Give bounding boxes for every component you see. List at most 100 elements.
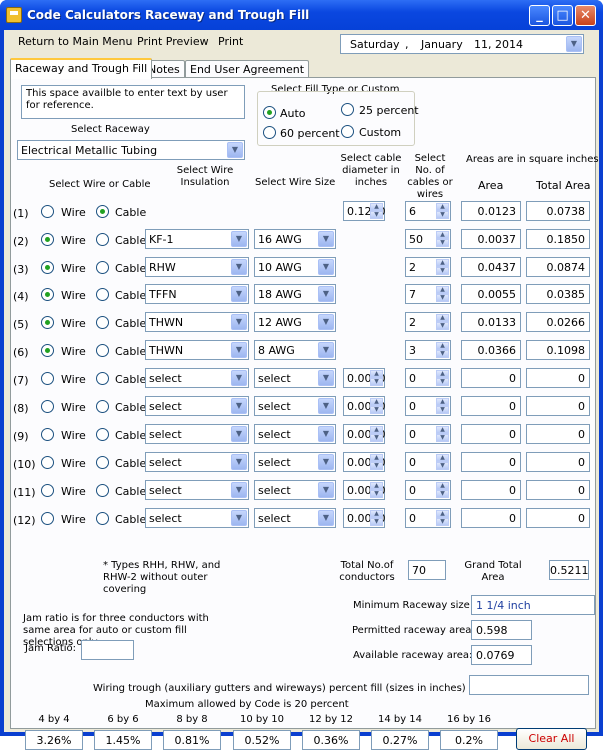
menu-return-main[interactable]: Return to Main Menu — [18, 35, 133, 48]
chevron-down-icon[interactable]: ▼ — [231, 398, 247, 414]
num-cables-spinner[interactable]: 0 ▲ ▼ — [405, 396, 451, 416]
spin-up-icon[interactable]: ▲ — [370, 454, 383, 462]
spin-up-icon[interactable]: ▲ — [370, 203, 383, 211]
wire-radio[interactable] — [41, 428, 54, 441]
cable-radio[interactable] — [96, 484, 109, 497]
spin-up-icon[interactable]: ▲ — [436, 259, 449, 267]
wire-size-select[interactable]: select ▼ — [254, 424, 336, 444]
radio-60-percent[interactable] — [263, 126, 276, 139]
chevron-down-icon[interactable]: ▼ — [318, 398, 334, 414]
raceway-select[interactable]: Electrical Metallic Tubing ▼ — [17, 140, 245, 160]
minimize-button[interactable]: _ — [529, 5, 550, 26]
wire-size-select[interactable]: select ▼ — [254, 508, 336, 528]
cable-diameter-spinner[interactable]: 0.0000 ▲ ▼ — [343, 368, 386, 388]
cable-radio[interactable] — [96, 372, 109, 385]
spin-up-icon[interactable]: ▲ — [370, 510, 383, 518]
cable-radio[interactable] — [96, 233, 109, 246]
spin-down-icon[interactable]: ▼ — [436, 434, 449, 442]
tab-raceway-trough[interactable]: Raceway and Trough Fill — [10, 58, 153, 79]
spin-down-icon[interactable]: ▼ — [436, 378, 449, 386]
spin-up-icon[interactable]: ▲ — [436, 231, 449, 239]
num-cables-spinner[interactable]: 6 ▲ ▼ — [405, 201, 451, 221]
spin-up-icon[interactable]: ▲ — [436, 454, 449, 462]
insulation-select[interactable]: select ▼ — [145, 424, 249, 444]
spin-down-icon[interactable]: ▼ — [370, 211, 383, 219]
chevron-down-icon[interactable]: ▼ — [231, 259, 247, 275]
spin-up-icon[interactable]: ▲ — [370, 426, 383, 434]
wire-size-select[interactable]: 8 AWG ▼ — [254, 340, 336, 360]
spin-down-icon[interactable]: ▼ — [436, 462, 449, 470]
num-cables-spinner[interactable]: 2 ▲ ▼ — [405, 312, 451, 332]
radio-auto[interactable] — [263, 106, 276, 119]
insulation-select[interactable]: select ▼ — [145, 396, 249, 416]
chevron-down-icon[interactable]: ▼ — [231, 286, 247, 302]
spin-down-icon[interactable]: ▼ — [436, 267, 449, 275]
cable-radio[interactable] — [96, 456, 109, 469]
cable-diameter-spinner[interactable]: 0.0000 ▲ ▼ — [343, 480, 386, 500]
wire-size-select[interactable]: 10 AWG ▼ — [254, 257, 336, 277]
chevron-down-icon[interactable]: ▼ — [227, 142, 243, 158]
spin-down-icon[interactable]: ▼ — [436, 239, 449, 247]
spin-up-icon[interactable]: ▲ — [436, 286, 449, 294]
chevron-down-icon[interactable]: ▼ — [318, 510, 334, 526]
wire-size-select[interactable]: select ▼ — [254, 452, 336, 472]
chevron-down-icon[interactable]: ▼ — [318, 454, 334, 470]
insulation-select[interactable]: select ▼ — [145, 452, 249, 472]
wire-radio[interactable] — [41, 372, 54, 385]
wire-radio[interactable] — [41, 456, 54, 469]
wire-size-select[interactable]: select ▼ — [254, 480, 336, 500]
spin-down-icon[interactable]: ▼ — [436, 294, 449, 302]
chevron-down-icon[interactable]: ▼ — [318, 231, 334, 247]
wire-size-select[interactable]: select ▼ — [254, 396, 336, 416]
num-cables-spinner[interactable]: 0 ▲ ▼ — [405, 480, 451, 500]
spin-down-icon[interactable]: ▼ — [436, 350, 449, 358]
cable-radio[interactable] — [96, 205, 109, 218]
insulation-select[interactable]: TFFN ▼ — [145, 284, 249, 304]
spin-up-icon[interactable]: ▲ — [436, 203, 449, 211]
chevron-down-icon[interactable]: ▼ — [318, 286, 334, 302]
trough-extra-field[interactable] — [469, 675, 589, 695]
spin-up-icon[interactable]: ▲ — [436, 342, 449, 350]
wire-radio[interactable] — [41, 261, 54, 274]
wire-radio[interactable] — [41, 344, 54, 357]
cable-radio[interactable] — [96, 344, 109, 357]
wire-radio[interactable] — [41, 205, 54, 218]
chevron-down-icon[interactable]: ▼ — [318, 370, 334, 386]
wire-radio[interactable] — [41, 316, 54, 329]
chevron-down-icon[interactable]: ▼ — [231, 314, 247, 330]
num-cables-spinner[interactable]: 50 ▲ ▼ — [405, 229, 451, 249]
chevron-down-icon[interactable]: ▼ — [231, 510, 247, 526]
num-cables-spinner[interactable]: 0 ▲ ▼ — [405, 424, 451, 444]
chevron-down-icon[interactable]: ▼ — [318, 342, 334, 358]
cable-diameter-spinner[interactable]: 0.0000 ▲ ▼ — [343, 424, 386, 444]
spin-down-icon[interactable]: ▼ — [370, 490, 383, 498]
clear-all-button[interactable]: Clear All — [516, 728, 587, 750]
wire-radio[interactable] — [41, 288, 54, 301]
notes-textarea[interactable]: This space availble to enter text by use… — [21, 85, 245, 119]
insulation-select[interactable]: select ▼ — [145, 508, 249, 528]
wire-radio[interactable] — [41, 484, 54, 497]
wire-size-select[interactable]: 18 AWG ▼ — [254, 284, 336, 304]
spin-down-icon[interactable]: ▼ — [370, 462, 383, 470]
spin-down-icon[interactable]: ▼ — [436, 518, 449, 526]
spin-down-icon[interactable]: ▼ — [436, 211, 449, 219]
num-cables-spinner[interactable]: 7 ▲ ▼ — [405, 284, 451, 304]
spin-up-icon[interactable]: ▲ — [436, 510, 449, 518]
cable-radio[interactable] — [96, 400, 109, 413]
cable-radio[interactable] — [96, 512, 109, 525]
cable-diameter-spinner[interactable]: 0.0000 ▲ ▼ — [343, 396, 386, 416]
chevron-down-icon[interactable]: ▼ — [231, 370, 247, 386]
insulation-select[interactable]: select ▼ — [145, 368, 249, 388]
num-cables-spinner[interactable]: 0 ▲ ▼ — [405, 452, 451, 472]
cable-diameter-spinner[interactable]: 0.1250 ▲ ▼ — [343, 201, 386, 221]
num-cables-spinner[interactable]: 3 ▲ ▼ — [405, 340, 451, 360]
wire-size-select[interactable]: 12 AWG ▼ — [254, 312, 336, 332]
insulation-select[interactable]: THWN ▼ — [145, 312, 249, 332]
wire-radio[interactable] — [41, 233, 54, 246]
spin-up-icon[interactable]: ▲ — [370, 398, 383, 406]
spin-up-icon[interactable]: ▲ — [436, 314, 449, 322]
spin-down-icon[interactable]: ▼ — [370, 518, 383, 526]
spin-down-icon[interactable]: ▼ — [370, 434, 383, 442]
cable-radio[interactable] — [96, 316, 109, 329]
insulation-select[interactable]: KF-1 ▼ — [145, 229, 249, 249]
